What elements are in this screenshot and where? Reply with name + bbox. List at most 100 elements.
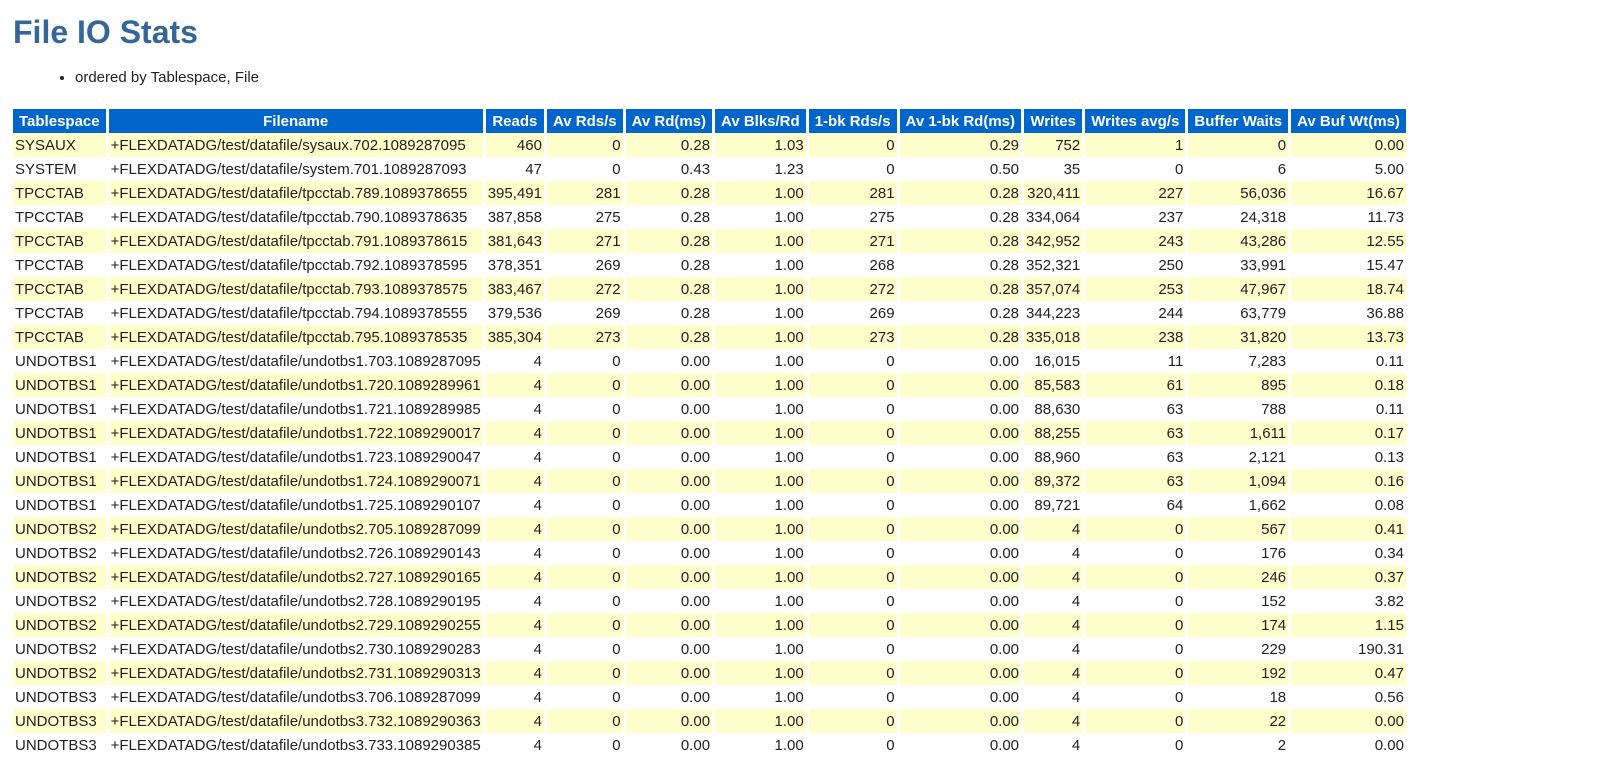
stat-cell: 271 <box>808 229 897 253</box>
stat-cell: 4 <box>485 517 544 541</box>
file-io-stats-table: Tablespace Filename Reads Av Rds/s Av Rd(ms)… <box>10 109 1409 757</box>
notes-list: ordered by Tablespace, File <box>13 68 1619 88</box>
stat-cell: 0.18 <box>1291 373 1406 397</box>
stat-cell: 378,351 <box>485 253 544 277</box>
stat-cell: 4 <box>485 541 544 565</box>
table-row: UNDOTBS1 +FLEXDATADG/test/datafile/undotb… <box>13 373 1406 397</box>
stat-cell: 33,991 <box>1188 253 1289 277</box>
stat-cell: 4 <box>485 733 544 757</box>
stat-cell: 250 <box>1085 253 1186 277</box>
column-header: Av Rd(ms) <box>625 109 713 133</box>
stat-cell: 12.55 <box>1291 229 1406 253</box>
tablespace-cell: UNDOTBS3 <box>13 733 106 757</box>
stat-cell: 0 <box>808 541 897 565</box>
table-row: UNDOTBS3 +FLEXDATADG/test/datafile/undotb… <box>13 733 1406 757</box>
filename-cell: +FLEXDATADG/test/datafile/tpcctab.789.10… <box>108 181 483 205</box>
stat-cell: 4 <box>1024 637 1083 661</box>
stat-cell: 1,094 <box>1188 469 1289 493</box>
table-row: TPCCTAB +FLEXDATADG/test/datafile/tpcctab… <box>13 229 1406 253</box>
stat-cell: 4 <box>485 685 544 709</box>
stat-cell: 895 <box>1188 373 1289 397</box>
stat-cell: 4 <box>1024 685 1083 709</box>
stat-cell: 0 <box>546 157 623 181</box>
column-header: Writes avg/s <box>1085 109 1186 133</box>
stat-cell: 381,643 <box>485 229 544 253</box>
stat-cell: 4 <box>485 709 544 733</box>
filename-cell: +FLEXDATADG/test/datafile/sysaux.702.108… <box>108 133 483 157</box>
stat-cell: 4 <box>485 397 544 421</box>
stat-cell: 0.00 <box>899 685 1022 709</box>
stat-cell: 0 <box>546 349 623 373</box>
stat-cell: 0 <box>1085 637 1186 661</box>
stat-cell: 0.00 <box>625 397 713 421</box>
stat-cell: 0 <box>1085 613 1186 637</box>
stat-cell: 0 <box>808 637 897 661</box>
stat-cell: 0 <box>808 133 897 157</box>
stat-cell: 0 <box>546 661 623 685</box>
stat-cell: 0.00 <box>899 421 1022 445</box>
stat-cell: 0 <box>546 445 623 469</box>
tablespace-cell: UNDOTBS2 <box>13 565 106 589</box>
stat-cell: 0.00 <box>899 373 1022 397</box>
stat-cell: 281 <box>808 181 897 205</box>
stat-cell: 4 <box>485 493 544 517</box>
column-header: Writes <box>1024 109 1083 133</box>
stat-cell: 0 <box>808 709 897 733</box>
stat-cell: 63 <box>1085 421 1186 445</box>
stat-cell: 64 <box>1085 493 1186 517</box>
stat-cell: 0.00 <box>625 589 713 613</box>
stat-cell: 1.00 <box>715 709 806 733</box>
stat-cell: 0.00 <box>899 733 1022 757</box>
stat-cell: 0 <box>546 421 623 445</box>
stat-cell: 18.74 <box>1291 277 1406 301</box>
stat-cell: 0 <box>1085 733 1186 757</box>
stat-cell: 352,321 <box>1024 253 1083 277</box>
stat-cell: 1.03 <box>715 133 806 157</box>
stat-cell: 4 <box>1024 733 1083 757</box>
stat-cell: 0.28 <box>625 133 713 157</box>
table-header-row: Tablespace Filename Reads Av Rds/s Av Rd(ms)… <box>13 109 1406 133</box>
stat-cell: 0.11 <box>1291 349 1406 373</box>
stat-cell: 4 <box>485 469 544 493</box>
table-row: UNDOTBS2 +FLEXDATADG/test/datafile/undotb… <box>13 637 1406 661</box>
tablespace-cell: TPCCTAB <box>13 229 106 253</box>
stat-cell: 0.00 <box>625 493 713 517</box>
stat-cell: 272 <box>546 277 623 301</box>
filename-cell: +FLEXDATADG/test/datafile/undotbs3.733.1… <box>108 733 483 757</box>
page-title: File IO Stats <box>13 14 198 50</box>
tablespace-cell: UNDOTBS3 <box>13 709 106 733</box>
column-header: Tablespace <box>13 109 106 133</box>
table-body: SYSAUX +FLEXDATADG/test/datafile/sysaux.7… <box>13 133 1406 757</box>
stat-cell: 0.47 <box>1291 661 1406 685</box>
stat-cell: 0 <box>808 421 897 445</box>
stat-cell: 89,721 <box>1024 493 1083 517</box>
stat-cell: 268 <box>808 253 897 277</box>
table-row: UNDOTBS2 +FLEXDATADG/test/datafile/undotb… <box>13 541 1406 565</box>
stat-cell: 4 <box>1024 565 1083 589</box>
filename-cell: +FLEXDATADG/test/datafile/undotbs1.720.1… <box>108 373 483 397</box>
tablespace-cell: SYSAUX <box>13 133 106 157</box>
tablespace-cell: TPCCTAB <box>13 301 106 325</box>
stat-cell: 379,536 <box>485 301 544 325</box>
stat-cell: 0 <box>546 469 623 493</box>
filename-cell: +FLEXDATADG/test/datafile/undotbs1.724.1… <box>108 469 483 493</box>
stat-cell: 0 <box>546 685 623 709</box>
tablespace-cell: TPCCTAB <box>13 277 106 301</box>
tablespace-cell: UNDOTBS1 <box>13 397 106 421</box>
stat-cell: 269 <box>546 301 623 325</box>
table-row: UNDOTBS1 +FLEXDATADG/test/datafile/undotb… <box>13 469 1406 493</box>
stat-cell: 4 <box>485 421 544 445</box>
stat-cell: 4 <box>485 373 544 397</box>
stat-cell: 272 <box>808 277 897 301</box>
stat-cell: 5.00 <box>1291 157 1406 181</box>
stat-cell: 0.28 <box>899 181 1022 205</box>
stat-cell: 0 <box>808 565 897 589</box>
table-row: UNDOTBS1 +FLEXDATADG/test/datafile/undotb… <box>13 397 1406 421</box>
table-row: UNDOTBS3 +FLEXDATADG/test/datafile/undotb… <box>13 709 1406 733</box>
stat-cell: 63 <box>1085 445 1186 469</box>
stat-cell: 335,018 <box>1024 325 1083 349</box>
stat-cell: 1 <box>1085 133 1186 157</box>
table-row: TPCCTAB +FLEXDATADG/test/datafile/tpcctab… <box>13 301 1406 325</box>
tablespace-cell: UNDOTBS2 <box>13 661 106 685</box>
stat-cell: 0 <box>808 493 897 517</box>
